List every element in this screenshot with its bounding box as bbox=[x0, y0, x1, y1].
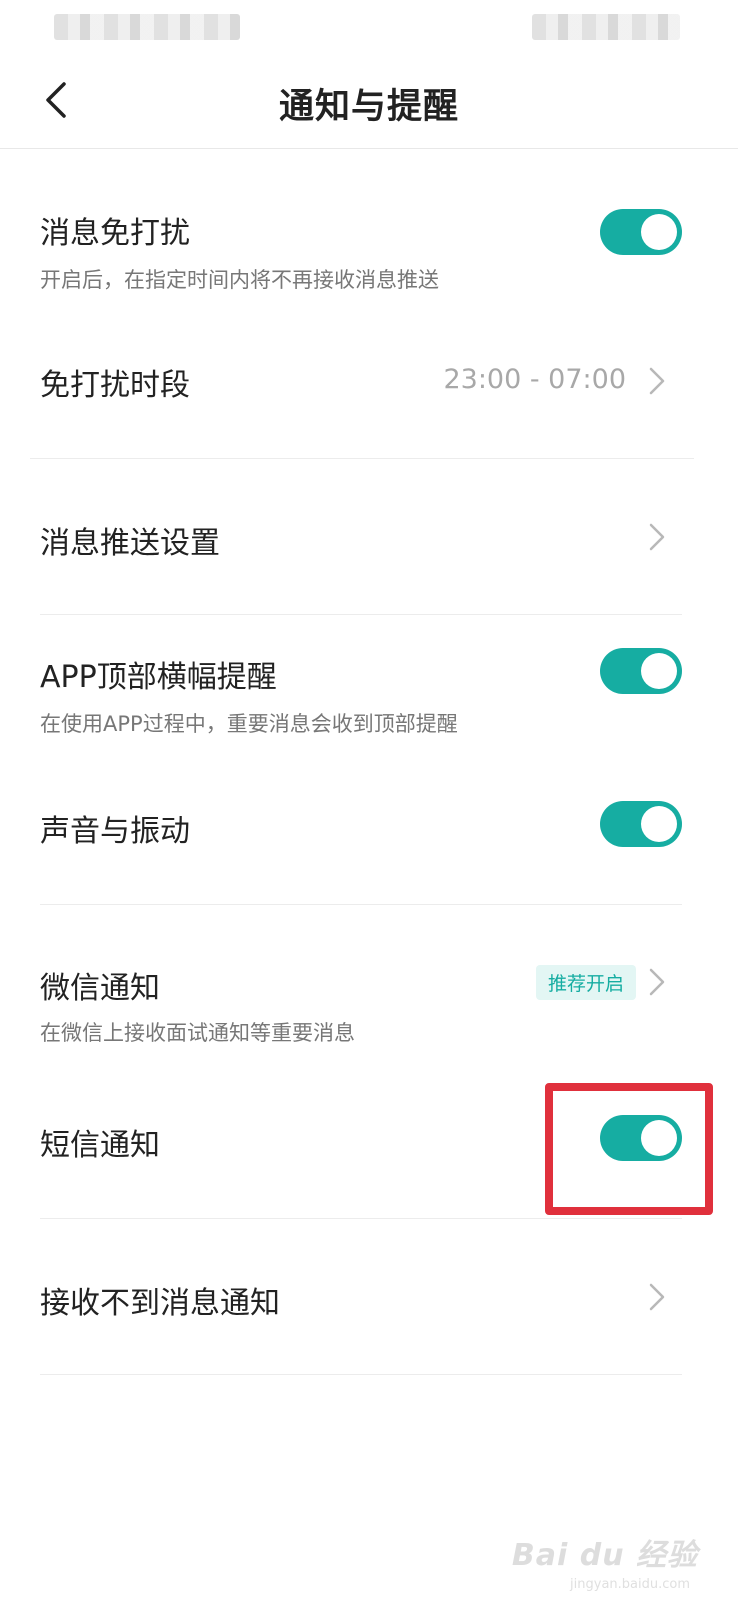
dnd-period-row[interactable]: 免打扰时段 23:00 - 07:00 bbox=[40, 352, 682, 412]
toggle-knob bbox=[641, 806, 677, 842]
not-receiving-title: 接收不到消息通知 bbox=[40, 1286, 280, 1321]
sms-notify-title: 短信通知 bbox=[40, 1128, 160, 1163]
sound-vibration-title: 声音与振动 bbox=[40, 814, 190, 849]
wechat-notify-title: 微信通知 bbox=[40, 971, 160, 1006]
section-divider bbox=[40, 1218, 682, 1219]
page-title: 通知与提醒 bbox=[278, 87, 459, 127]
dnd-title: 消息免打扰 bbox=[40, 216, 190, 251]
status-bar-right-blurred bbox=[532, 14, 680, 40]
push-settings-title: 消息推送设置 bbox=[40, 526, 220, 561]
header: 通知与提醒 bbox=[0, 56, 738, 149]
app-banner-title: APP顶部横幅提醒 bbox=[40, 660, 277, 695]
toggle-knob bbox=[641, 653, 677, 689]
section-divider bbox=[40, 614, 682, 615]
recommend-badge: 推荐开启 bbox=[535, 965, 636, 1000]
settings-screen: 通知与提醒 消息免打扰 开启后，在指定时间内将不再接收消息推送 免打扰时段 23… bbox=[0, 0, 738, 1600]
section-divider bbox=[30, 458, 694, 459]
chevron-right-icon bbox=[649, 1283, 665, 1311]
status-bar bbox=[0, 0, 738, 56]
wechat-notify-row[interactable]: 微信通知 在微信上接收面试通知等重要消息 推荐开启 bbox=[40, 955, 682, 1055]
sound-vibration-row: 声音与振动 bbox=[40, 798, 682, 858]
highlight-annotation-box bbox=[545, 1083, 713, 1215]
dnd-row: 消息免打扰 开启后，在指定时间内将不再接收消息推送 bbox=[40, 200, 682, 300]
section-divider bbox=[40, 904, 682, 905]
dnd-toggle[interactable] bbox=[600, 209, 682, 255]
toggle-knob bbox=[641, 214, 677, 250]
dnd-period-title: 免打扰时段 bbox=[40, 368, 190, 403]
app-banner-toggle[interactable] bbox=[600, 648, 682, 694]
app-banner-description: 在使用APP过程中，重要消息会收到顶部提醒 bbox=[40, 712, 458, 736]
chevron-right-icon bbox=[649, 523, 665, 551]
dnd-period-value: 23:00 - 07:00 bbox=[443, 364, 626, 395]
app-banner-row: APP顶部横幅提醒 在使用APP过程中，重要消息会收到顶部提醒 bbox=[40, 640, 682, 740]
push-settings-row[interactable]: 消息推送设置 bbox=[40, 510, 682, 570]
section-divider bbox=[40, 1374, 682, 1375]
status-bar-left-blurred bbox=[54, 14, 240, 40]
chevron-right-icon bbox=[649, 367, 665, 395]
wechat-notify-description: 在微信上接收面试通知等重要消息 bbox=[40, 1021, 355, 1045]
chevron-right-icon bbox=[649, 968, 665, 996]
not-receiving-row[interactable]: 接收不到消息通知 bbox=[40, 1270, 682, 1330]
sound-vibration-toggle[interactable] bbox=[600, 801, 682, 847]
dnd-description: 开启后，在指定时间内将不再接收消息推送 bbox=[40, 268, 439, 292]
watermark-site: jingyan.baidu.com bbox=[570, 1577, 690, 1592]
baidu-watermark: Bai du 经验 bbox=[511, 1538, 698, 1573]
